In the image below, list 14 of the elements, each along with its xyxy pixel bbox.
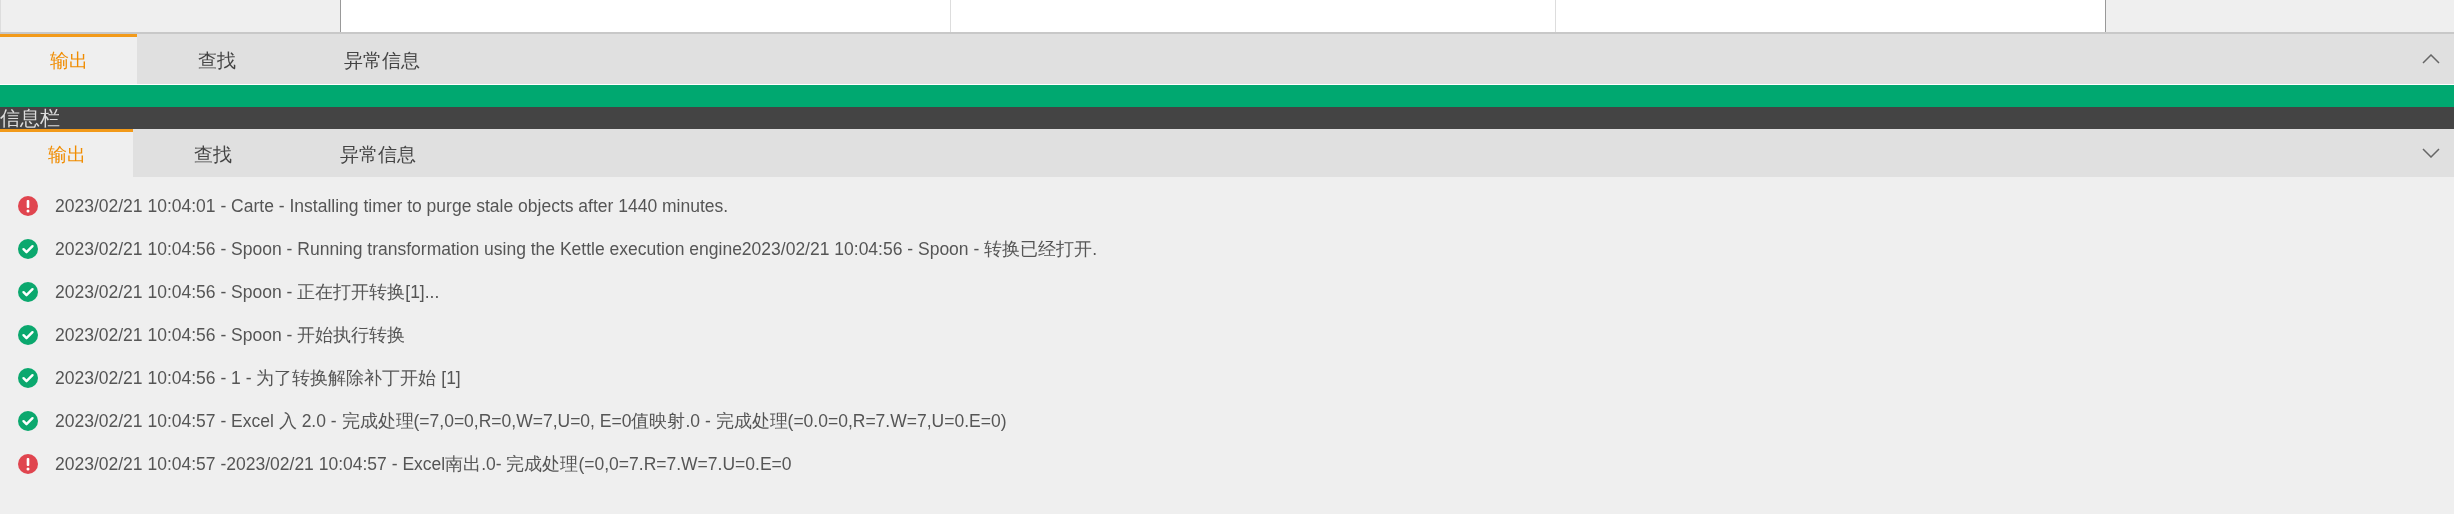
log-message: 2023/02/21 10:04:56 - 1 - 为了转换解除补丁开始 [1] (55, 367, 461, 390)
chevron-up-icon[interactable] (2422, 54, 2440, 64)
log-message: 2023/02/21 10:04:56 - Spoon - 开始执行转换 (55, 324, 406, 347)
log-message: 2023/02/21 10:04:57 - Excel 入 2.0 - 完成处理(=7,0=0,R=0,W=7,U=0, E=0值映射.0 - 完成处理(=0.0=0,R=7.W=7,U=0.E=0) (55, 410, 1007, 433)
log-message: 2023/02/21 10:04:57 -2023/02/21 10:04:57 - Excel南出.0- 完成处理(=0,0=7.R=7.W=7.U=0.E=0 (55, 453, 792, 476)
log-message: 2023/02/21 10:04:56 - Spoon - Running transformation using the Kettle execution engine2023/02/21 10:04:56 - Spoon - 转换已经打开. (55, 238, 1097, 261)
tab[interactable]: 异常信息 (297, 34, 467, 84)
log-message: 2023/02/21 10:04:01 - Carte - Installing timer to purge stale objects after 1440 minutes. (55, 195, 729, 217)
tab[interactable]: 异常信息 (293, 129, 463, 177)
panel-title: 信息栏 (0, 107, 60, 129)
log-message: 2023/02/21 10:04:56 - Spoon - 正在打开转换[1]... (55, 281, 440, 304)
tab[interactable]: 查找 (133, 129, 293, 177)
chevron-down-icon[interactable] (2422, 148, 2440, 158)
tab[interactable]: 查找 (137, 34, 297, 84)
